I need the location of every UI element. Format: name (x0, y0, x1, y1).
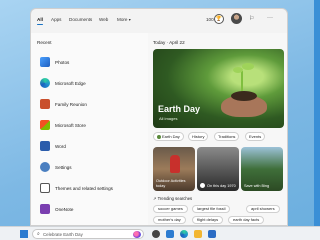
trending-title: Trending searches (157, 196, 193, 201)
themes-icon (40, 183, 50, 193)
tab-more[interactable]: More ▾ (117, 17, 131, 22)
save-with-bing-card[interactable]: Save with Bing (241, 147, 283, 191)
chip-earth-day[interactable]: Earth Day (153, 132, 184, 141)
hero-title: Earth Day (158, 104, 201, 114)
more-options-icon[interactable]: ··· (267, 15, 273, 21)
onenote-icon (40, 204, 50, 214)
list-item[interactable]: Word (31, 137, 148, 157)
today-heading: Today · April 22 (153, 40, 185, 45)
tab-documents[interactable]: Documents (69, 17, 92, 22)
chip-history[interactable]: History (188, 132, 209, 141)
list-item-label: Word (55, 144, 66, 149)
person-image (170, 155, 180, 173)
edge-taskbar-icon[interactable] (180, 230, 188, 238)
today-column: Today · April 22 Earth Day All images Ea… (148, 33, 287, 225)
trending-search-chip[interactable]: earth day facts (228, 216, 265, 224)
hero-subtitle: All images (159, 116, 178, 121)
settings-icon (40, 162, 50, 172)
list-item[interactable]: OneNote (31, 200, 148, 220)
list-item[interactable]: Themes and related settings (31, 179, 148, 199)
list-item-label: Microsoft Edge (55, 81, 86, 86)
edge-icon (40, 78, 50, 88)
outdoor-activities-card[interactable]: Outdoor Activities today (153, 147, 195, 191)
play-icon (200, 183, 205, 188)
powerpoint-icon (40, 99, 50, 109)
trending-search-chip[interactable]: flight delays (192, 216, 224, 224)
store-icon (40, 120, 50, 130)
photos-icon (40, 57, 50, 67)
chip-events[interactable]: Events (245, 132, 266, 141)
tab-apps[interactable]: Apps (51, 17, 61, 22)
search-icon: ⌕ (37, 231, 40, 237)
recent-column: Recent Photos Microsoft Edge Family Reun… (31, 33, 148, 225)
trending-search-chip[interactable]: largest file fossil (192, 205, 231, 213)
earth-day-hero-card[interactable]: Earth Day All images (153, 49, 284, 128)
list-item[interactable]: Photos (31, 53, 148, 73)
trending-search-chip[interactable]: soccer games (153, 205, 188, 213)
recent-heading: Recent (37, 40, 52, 45)
active-tab-indicator (37, 24, 43, 26)
taskbar-search-box[interactable]: ⌕ Celebrate Earth Day (32, 229, 144, 239)
list-item-label: Photos (55, 60, 70, 65)
card-label: Save with Bing (244, 183, 270, 188)
list-item[interactable]: Settings (31, 158, 148, 178)
earth-day-chip-icon (157, 134, 161, 139)
topic-chips: Earth Day History Traditions Events (153, 132, 284, 142)
chip-traditions[interactable]: Traditions (214, 132, 240, 141)
tab-web[interactable]: Web (99, 17, 108, 22)
on-this-day-card[interactable]: On this day 1970 (197, 147, 239, 191)
file-explorer-icon[interactable] (194, 230, 202, 238)
sprout-stem (241, 71, 243, 93)
soil-image (231, 91, 257, 101)
feature-cards: Outdoor Activities today On this day 197… (153, 147, 284, 191)
card-label: On this day 1970 (207, 183, 236, 188)
word-icon (40, 141, 50, 151)
trending-heading: ↗ Trending searches (153, 196, 192, 201)
trending-search-chip[interactable]: april showers (246, 205, 280, 213)
chevron-down-icon: ▾ (128, 17, 131, 22)
list-item-label: Family Reunion (55, 102, 87, 107)
card-label: Outdoor Activities today (156, 179, 186, 188)
start-button[interactable] (20, 230, 28, 238)
store-taskbar-icon[interactable] (208, 230, 216, 238)
tab-all[interactable]: All (37, 17, 43, 22)
avatar[interactable] (231, 13, 242, 24)
list-item-label: Themes and related settings (55, 186, 113, 191)
search-input[interactable]: Celebrate Earth Day (43, 232, 83, 237)
feedback-icon[interactable]: ⚐ (249, 15, 254, 22)
bing-icon[interactable] (133, 231, 141, 238)
list-item[interactable]: Family Reunion (31, 95, 148, 115)
tab-more-label: More (117, 17, 128, 22)
list-item-label: Microsoft Store (55, 123, 86, 128)
sprout-leaf (242, 63, 254, 70)
search-panel: All Apps Documents Web More ▾ 100 🏆 ⚐ ··… (30, 8, 288, 226)
task-view-icon[interactable] (152, 230, 160, 238)
desktop-edge (314, 0, 320, 226)
trending-search-chip[interactable]: mother's day (153, 216, 186, 224)
list-item-label: OneNote (55, 207, 74, 212)
taskbar: ⌕ Celebrate Earth Day (0, 226, 320, 240)
chip-label: Earth Day (162, 134, 180, 139)
list-item[interactable]: Microsoft Edge (31, 74, 148, 94)
search-tabs-bar: All Apps Documents Web More ▾ 100 🏆 ⚐ ··… (31, 9, 287, 29)
rewards-trophy-icon[interactable]: 🏆 (214, 14, 224, 24)
list-item[interactable]: Microsoft Store (31, 116, 148, 136)
rewards-points: 100 (206, 17, 214, 22)
list-item-label: Settings (55, 165, 72, 170)
widgets-icon[interactable] (166, 230, 174, 238)
